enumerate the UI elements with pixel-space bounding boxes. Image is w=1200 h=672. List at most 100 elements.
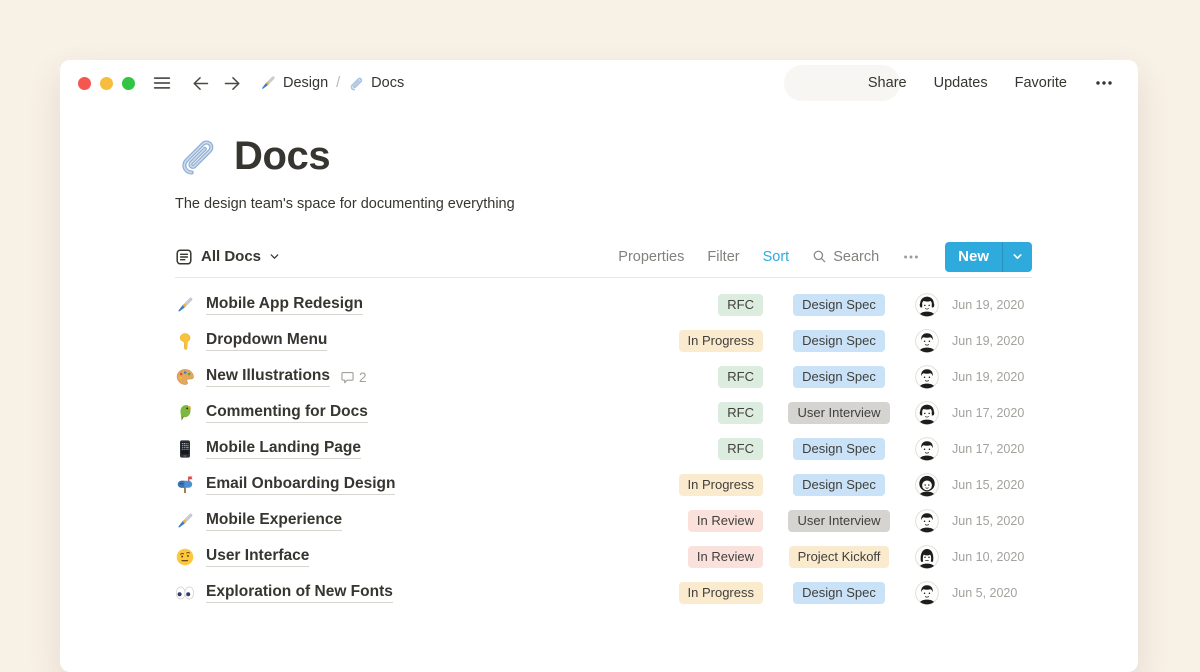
status-badge[interactable]: In Review (688, 546, 763, 568)
close-window-button[interactable] (78, 77, 91, 90)
doc-title-link[interactable]: Mobile App Redesign (206, 295, 363, 315)
back-arrow-icon[interactable] (190, 73, 211, 94)
parrot-emoji-icon (175, 403, 195, 423)
breadcrumb-separator: / (335, 75, 341, 91)
breadcrumb-label: Design (283, 75, 328, 91)
share-button[interactable]: Share (868, 75, 907, 91)
hamburger-icon[interactable] (151, 72, 173, 94)
avatar-man[interactable] (915, 437, 939, 461)
edited-date: Jun 15, 2020 (952, 478, 1032, 492)
table-row[interactable]: Mobile App Redesign RFC Design Spec Jun … (175, 287, 1032, 323)
app-window: Design / Docs Share Updates Favorite Doc… (60, 60, 1138, 672)
toolbar-ellipsis-icon[interactable] (902, 248, 920, 266)
edited-date: Jun 19, 2020 (952, 334, 1032, 348)
zoom-window-button[interactable] (122, 77, 135, 90)
comment-bubble-icon (340, 370, 355, 385)
new-button-label[interactable]: New (945, 242, 1002, 272)
forward-arrow-icon[interactable] (222, 73, 243, 94)
table-row[interactable]: Exploration of New Fonts In Progress Des… (175, 575, 1032, 611)
doc-title-link[interactable]: Commenting for Docs (206, 403, 368, 423)
doc-title-link[interactable]: Mobile Experience (206, 511, 342, 531)
avatar-woman-headphones[interactable] (915, 401, 939, 425)
edited-date: Jun 19, 2020 (952, 298, 1032, 312)
status-badge[interactable]: RFC (718, 402, 763, 424)
new-button[interactable]: New (945, 242, 1032, 272)
search-button[interactable]: Search (812, 249, 879, 265)
edited-date: Jun 5, 2020 (952, 586, 1032, 600)
edited-date: Jun 17, 2020 (952, 406, 1032, 420)
paintbrush-icon (259, 74, 277, 92)
table-row[interactable]: Commenting for Docs RFC User Interview J… (175, 395, 1032, 431)
search-label: Search (833, 249, 879, 265)
doc-title-link[interactable]: Mobile Landing Page (206, 439, 361, 459)
paintbrush-emoji-icon (175, 511, 195, 531)
status-badge[interactable]: In Progress (679, 582, 763, 604)
status-badge[interactable]: RFC (718, 294, 763, 316)
paintbrush-emoji-icon (175, 295, 195, 315)
avatar-man[interactable] (915, 365, 939, 389)
edited-date: Jun 19, 2020 (952, 370, 1032, 384)
category-badge[interactable]: User Interview (788, 510, 889, 532)
top-bar: Design / Docs Share Updates Favorite (60, 60, 1138, 106)
favorite-button[interactable]: Favorite (1015, 75, 1067, 91)
status-badge[interactable]: RFC (718, 438, 763, 460)
view-switcher-label: All Docs (201, 248, 261, 265)
view-switcher[interactable]: All Docs (175, 248, 280, 266)
comment-count[interactable]: 2 (340, 370, 367, 385)
doc-title-link[interactable]: User Interface (206, 547, 309, 567)
updates-button[interactable]: Updates (934, 75, 988, 91)
doc-title-link[interactable]: New Illustrations (206, 367, 330, 387)
avatar-man[interactable] (915, 581, 939, 605)
palette-emoji-icon (175, 367, 195, 387)
doc-title-link[interactable]: Dropdown Menu (206, 331, 327, 351)
page-header: Docs (175, 133, 1032, 179)
category-badge[interactable]: Design Spec (793, 438, 885, 460)
sort-button[interactable]: Sort (763, 249, 790, 265)
properties-button[interactable]: Properties (618, 249, 684, 265)
avatar-man[interactable] (915, 509, 939, 533)
category-badge[interactable]: Design Spec (793, 474, 885, 496)
breadcrumb-item-docs[interactable]: Docs (348, 75, 404, 92)
ellipsis-icon[interactable] (1094, 73, 1114, 93)
category-badge[interactable]: Design Spec (793, 366, 885, 388)
mobile-phone-emoji-icon (175, 439, 195, 459)
table-row[interactable]: User Interface In Review Project Kickoff… (175, 539, 1032, 575)
avatar-woman-headphones[interactable] (915, 293, 939, 317)
new-button-chevron[interactable] (1002, 242, 1032, 272)
minimize-window-button[interactable] (100, 77, 113, 90)
raised-eyebrow-emoji-icon (175, 547, 195, 567)
filter-button[interactable]: Filter (707, 249, 739, 265)
category-badge[interactable]: Design Spec (793, 294, 885, 316)
table-row[interactable]: Mobile Experience In Review User Intervi… (175, 503, 1032, 539)
table-row[interactable]: Email Onboarding Design In Progress Desi… (175, 467, 1032, 503)
avatar-man[interactable] (915, 329, 939, 353)
avatar-woman-curly[interactable] (915, 473, 939, 497)
doc-title-link[interactable]: Email Onboarding Design (206, 475, 395, 495)
table-row[interactable]: Dropdown Menu In Progress Design Spec Ju… (175, 323, 1032, 359)
category-badge[interactable]: Project Kickoff (789, 546, 890, 568)
category-badge[interactable]: Design Spec (793, 582, 885, 604)
status-badge[interactable]: In Review (688, 510, 763, 532)
table-row[interactable]: New Illustrations 2 RFC Design Spec Jun … (175, 359, 1032, 395)
paperclip-icon (348, 75, 365, 92)
doc-title-link[interactable]: Exploration of New Fonts (206, 583, 393, 603)
paperclip-page-icon[interactable] (175, 133, 221, 179)
category-badge[interactable]: User Interview (788, 402, 889, 424)
avatar-woman-bob[interactable] (915, 545, 939, 569)
eyes-emoji-icon (175, 583, 195, 603)
category-badge[interactable]: Design Spec (793, 330, 885, 352)
status-badge[interactable]: RFC (718, 366, 763, 388)
list-view-icon (175, 248, 193, 266)
breadcrumb-item-design[interactable]: Design (259, 74, 328, 92)
table-row[interactable]: Mobile Landing Page RFC Design Spec Jun … (175, 431, 1032, 467)
search-icon (812, 249, 827, 264)
pointing-down-emoji-icon (175, 331, 195, 351)
edited-date: Jun 10, 2020 (952, 550, 1032, 564)
window-controls[interactable] (78, 77, 135, 90)
chevron-down-icon (269, 251, 280, 262)
chevron-down-icon (1012, 251, 1023, 262)
edited-date: Jun 17, 2020 (952, 442, 1032, 456)
status-badge[interactable]: In Progress (679, 330, 763, 352)
mailbox-emoji-icon (175, 475, 195, 495)
status-badge[interactable]: In Progress (679, 474, 763, 496)
